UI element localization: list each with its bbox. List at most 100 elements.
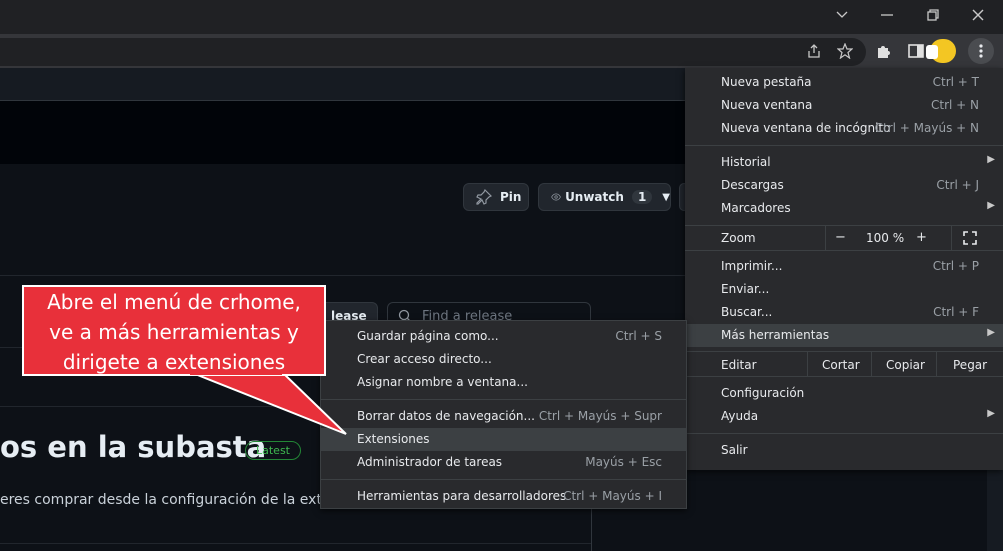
profile-avatar[interactable] xyxy=(926,38,956,64)
extensions-puzzle-icon[interactable] xyxy=(871,38,897,64)
menu-item-new-tab[interactable]: Nueva pestaña Ctrl + T xyxy=(685,71,1003,94)
submenu-item-save-page[interactable]: Guardar página como... Ctrl + S xyxy=(321,325,686,348)
submenu-item-shortcut: Ctrl + S xyxy=(615,329,662,343)
paste-button[interactable]: Pegar xyxy=(953,358,987,372)
pin-label: Pin xyxy=(500,190,522,204)
submenu-item-shortcut: Ctrl + Mayús + I xyxy=(563,489,662,503)
submenu-item-shortcut: Mayús + Esc xyxy=(585,455,662,469)
share-icon[interactable] xyxy=(801,38,827,64)
callout-joint xyxy=(190,371,282,375)
callout-line-1: Abre el menú de crhome, xyxy=(47,290,301,314)
menu-separator xyxy=(685,351,1003,352)
submenu-item-label: Asignar nombre a ventana... xyxy=(357,375,528,389)
menu-item-label: Descargas xyxy=(721,178,784,192)
menu-item-shortcut: Ctrl + Mayús + N xyxy=(874,121,979,135)
menu-item-label: Salir xyxy=(721,443,748,457)
release-title[interactable]: os en la subasta xyxy=(0,430,266,464)
submenu-item-task-manager[interactable]: Administrador de tareas Mayús + Esc xyxy=(321,451,686,474)
menu-item-downloads[interactable]: Descargas Ctrl + J xyxy=(685,174,1003,197)
latest-badge: Latest xyxy=(245,441,301,460)
cut-button[interactable]: Cortar xyxy=(822,358,860,372)
menu-item-history[interactable]: Historial ▶ xyxy=(685,151,1003,174)
zoom-divider xyxy=(951,225,952,250)
menu-item-incognito[interactable]: Nueva ventana de incógnito Ctrl + Mayús … xyxy=(685,117,1003,140)
callout-line-2: ve a más herramientas y xyxy=(49,320,299,344)
menu-item-shortcut: Ctrl + P xyxy=(932,259,979,273)
bookmark-star-icon[interactable] xyxy=(832,38,858,64)
menu-item-label: Nueva ventana de incógnito xyxy=(721,121,891,135)
menu-separator xyxy=(685,225,1003,226)
chevron-right-icon: ▶ xyxy=(987,154,995,165)
menu-item-label: Enviar... xyxy=(721,282,770,296)
zoom-divider xyxy=(825,225,826,250)
menu-item-label: Más herramientas xyxy=(721,328,830,342)
zoom-minus-button[interactable]: − xyxy=(835,230,846,245)
menu-separator xyxy=(685,376,1003,377)
restore-icon[interactable] xyxy=(910,0,956,30)
menu-item-label: Editar xyxy=(721,358,757,372)
menu-separator xyxy=(685,145,1003,146)
eye-icon xyxy=(551,193,561,201)
menu-item-send[interactable]: Enviar... xyxy=(685,278,1003,301)
menu-item-label: Configuración xyxy=(721,386,805,400)
menu-separator xyxy=(685,250,1003,251)
unwatch-label: Unwatch xyxy=(565,190,624,204)
copy-button[interactable]: Copiar xyxy=(886,358,925,372)
submenu-item-label: Crear acceso directo... xyxy=(357,352,492,366)
watch-count-badge: 1 xyxy=(631,190,653,204)
menu-item-shortcut: Ctrl + F xyxy=(933,305,979,319)
chrome-menu-kebab-icon[interactable] xyxy=(968,38,994,64)
submenu-item-label: Extensiones xyxy=(357,432,430,446)
zoom-plus-button[interactable]: + xyxy=(916,230,927,245)
annotation-callout: Abre el menú de crhome, ve a más herrami… xyxy=(22,285,326,376)
close-icon[interactable] xyxy=(955,0,1001,30)
menu-item-more-tools[interactable]: Más herramientas ▶ xyxy=(685,324,1003,347)
chevron-right-icon: ▶ xyxy=(987,408,995,419)
menu-item-new-window[interactable]: Nueva ventana Ctrl + N xyxy=(685,94,1003,117)
submenu-item-shortcut: Ctrl + Mayús + Supr xyxy=(538,409,662,423)
menu-separator xyxy=(321,479,686,480)
submenu-item-dev-tools[interactable]: Herramientas para desarrolladores Ctrl +… xyxy=(321,485,686,508)
release-description: eres comprar desde la configuración de l… xyxy=(0,492,322,508)
menu-item-print[interactable]: Imprimir... Ctrl + P xyxy=(685,255,1003,278)
menu-item-help[interactable]: Ayuda ▶ xyxy=(685,405,1003,428)
submenu-item-clear-data[interactable]: Borrar datos de navegación... Ctrl + May… xyxy=(321,405,686,428)
divider xyxy=(0,406,320,407)
zoom-value: 100 % xyxy=(866,231,905,245)
submenu-item-name-window[interactable]: Asignar nombre a ventana... xyxy=(321,371,686,394)
chrome-main-menu: Nueva pestaña Ctrl + T Nueva ventana Ctr… xyxy=(685,68,1003,470)
submenu-item-label: Administrador de tareas xyxy=(357,455,503,469)
menu-item-bookmarks[interactable]: Marcadores ▶ xyxy=(685,197,1003,220)
menu-item-shortcut: Ctrl + N xyxy=(930,98,979,112)
menu-item-shortcut: Ctrl + T xyxy=(932,75,979,89)
submenu-item-label: Herramientas para desarrolladores xyxy=(357,489,567,503)
menu-item-label: Ayuda xyxy=(721,409,759,423)
submenu-item-label: Guardar página como... xyxy=(357,329,499,343)
menu-item-label: Imprimir... xyxy=(721,259,783,273)
chevron-down-icon[interactable] xyxy=(819,0,865,30)
menu-separator xyxy=(685,433,1003,434)
scrollbar-track[interactable] xyxy=(987,470,1003,551)
menu-item-label: Zoom xyxy=(721,231,756,245)
menu-item-label: Marcadores xyxy=(721,201,791,215)
fullscreen-icon[interactable] xyxy=(963,230,977,249)
pin-button[interactable]: Pin xyxy=(463,183,529,211)
submenu-item-create-shortcut[interactable]: Crear acceso directo... xyxy=(321,348,686,371)
divider xyxy=(0,543,591,544)
address-bar[interactable] xyxy=(0,38,866,66)
unwatch-button[interactable]: Unwatch 1 ▼ xyxy=(538,183,671,211)
edit-divider xyxy=(936,352,937,376)
menu-item-exit[interactable]: Salir xyxy=(685,439,1003,462)
menu-item-label: Nueva pestaña xyxy=(721,75,812,89)
menu-item-label: Historial xyxy=(721,155,771,169)
chevron-right-icon: ▶ xyxy=(987,200,995,211)
submenu-item-extensions[interactable]: Extensiones xyxy=(321,428,686,451)
pin-icon xyxy=(476,189,492,205)
chevron-right-icon: ▶ xyxy=(987,327,995,338)
menu-separator xyxy=(321,399,686,400)
minimize-icon[interactable] xyxy=(864,0,910,30)
menu-item-settings[interactable]: Configuración xyxy=(685,382,1003,405)
caret-down-icon: ▼ xyxy=(662,191,670,203)
menu-item-find[interactable]: Buscar... Ctrl + F xyxy=(685,301,1003,324)
menu-item-label: Buscar... xyxy=(721,305,773,319)
